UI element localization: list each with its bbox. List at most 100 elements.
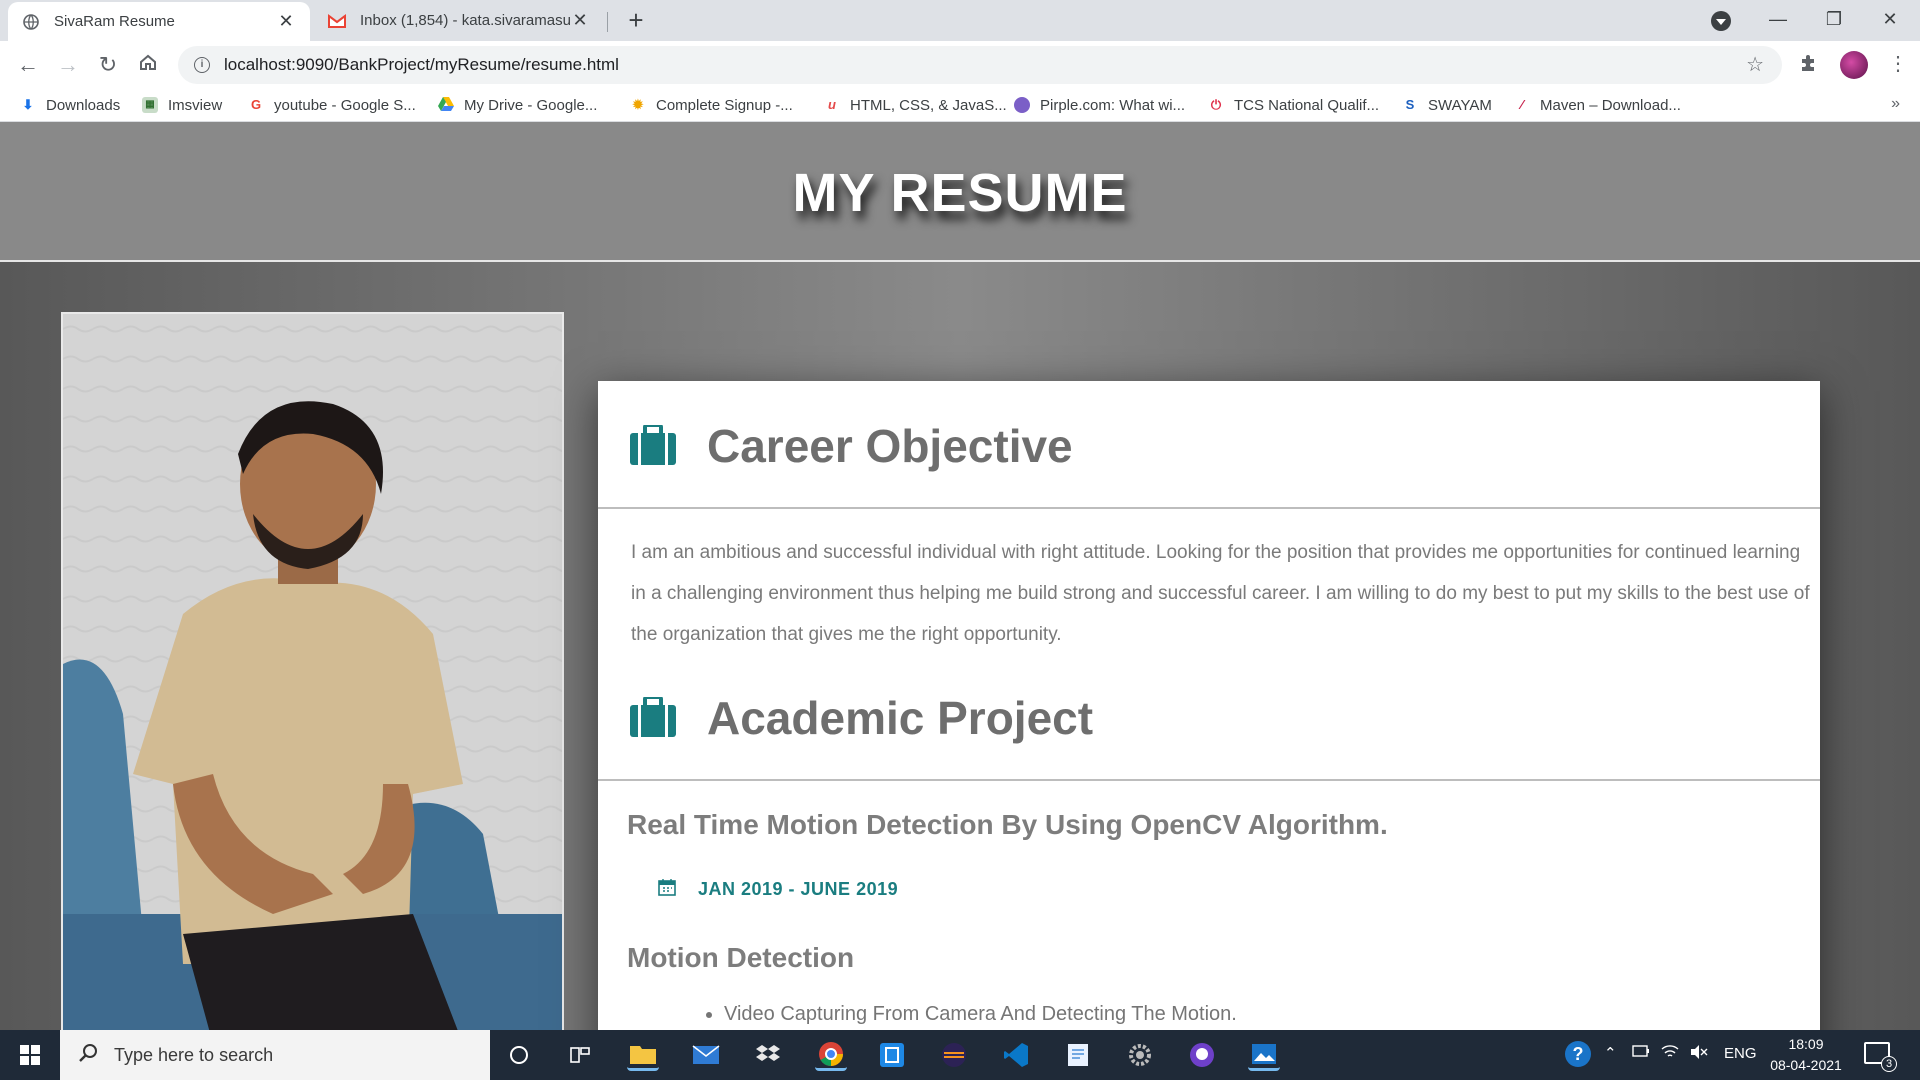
vs-code-icon[interactable] bbox=[1000, 1039, 1032, 1071]
gmail-icon bbox=[328, 12, 346, 30]
url-text: localhost:9090/BankProject/myResume/resu… bbox=[224, 55, 619, 74]
list-item: Video Capturing From Camera And Detectin… bbox=[724, 1003, 1237, 1026]
chevron-up-icon[interactable]: ⌃ bbox=[1604, 1044, 1617, 1062]
system-clock[interactable]: 18:09 08-04-2021 bbox=[1762, 1034, 1850, 1076]
search-icon bbox=[78, 1043, 98, 1068]
bookmark-tcs[interactable]: ⏻ TCS National Qualif... bbox=[1208, 89, 1379, 121]
bookmark-label: My Drive - Google... bbox=[464, 96, 598, 114]
chrome-menu-icon[interactable]: ⋮ bbox=[1888, 51, 1908, 76]
bookmarks-bar: ⬇ Downloads ▦ Imsview G youtube - Google… bbox=[0, 89, 1920, 122]
resume-card: Career Objective I am an ambitious and s… bbox=[598, 381, 1820, 1030]
home-button[interactable] bbox=[134, 51, 162, 79]
bookmark-label: HTML, CSS, & JavaS... bbox=[850, 96, 1007, 114]
extensions-icon[interactable] bbox=[1798, 53, 1818, 79]
language-indicator[interactable]: ENG bbox=[1724, 1045, 1757, 1062]
windows-taskbar: Type here to search ? ⌃ ENG 18:09 08-04-… bbox=[0, 1030, 1920, 1080]
tab-search-icon[interactable] bbox=[1711, 11, 1731, 31]
clock-date: 08-04-2021 bbox=[1770, 1057, 1842, 1073]
close-tab-icon[interactable]: ✕ bbox=[570, 10, 590, 31]
bookmark-complete-signup[interactable]: ✹ Complete Signup -... bbox=[630, 89, 793, 121]
task-view-icon[interactable] bbox=[564, 1039, 596, 1071]
volume-muted-icon[interactable] bbox=[1690, 1044, 1708, 1064]
battery-icon[interactable] bbox=[1632, 1044, 1650, 1061]
file-explorer-icon[interactable] bbox=[627, 1039, 659, 1071]
career-objective-header: Career Objective bbox=[598, 381, 1820, 509]
bookmark-my-drive[interactable]: My Drive - Google... bbox=[438, 89, 597, 121]
taskbar-search-box[interactable]: Type here to search bbox=[60, 1030, 490, 1080]
tab-title: SivaRam Resume bbox=[54, 13, 175, 30]
profile-avatar[interactable] bbox=[1840, 51, 1868, 79]
wifi-icon[interactable] bbox=[1661, 1044, 1679, 1064]
back-button[interactable]: ← bbox=[14, 51, 42, 79]
project-bullet-list: Video Capturing From Camera And Detectin… bbox=[724, 1003, 1237, 1030]
settings-app-icon[interactable] bbox=[1124, 1039, 1156, 1071]
project-title: Real Time Motion Detection By Using Open… bbox=[627, 809, 1388, 840]
mail-icon[interactable] bbox=[690, 1039, 722, 1071]
section-heading: Career Objective bbox=[707, 420, 1073, 472]
imsview-icon: ▦ bbox=[142, 97, 158, 113]
bookmark-html-css-js[interactable]: u HTML, CSS, & JavaS... bbox=[824, 89, 1007, 121]
udemy-icon: u bbox=[828, 97, 836, 112]
download-icon: ⬇ bbox=[22, 97, 34, 112]
maximize-button[interactable]: ❐ bbox=[1806, 0, 1862, 41]
career-objective-text: I am an ambitious and successful individ… bbox=[631, 542, 1810, 645]
page-title: MY RESUME bbox=[792, 163, 1128, 223]
profile-photo-illustration bbox=[63, 314, 562, 1030]
tcs-icon: ⏻ bbox=[1210, 97, 1222, 112]
bookmark-youtube-google[interactable]: G youtube - Google S... bbox=[248, 89, 416, 121]
bookmark-star-icon[interactable]: ☆ bbox=[1746, 52, 1764, 77]
bookmark-label: Imsview bbox=[168, 96, 223, 114]
signup-icon: ✹ bbox=[632, 97, 644, 112]
swayam-icon: S bbox=[1405, 97, 1415, 112]
academic-project-header: Academic Project bbox=[598, 653, 1820, 781]
pirple-icon bbox=[1014, 97, 1030, 113]
project-date-range: JAN 2019 - JUNE 2019 bbox=[698, 879, 899, 899]
bookmark-label: Pirple.com: What wi... bbox=[1040, 96, 1186, 114]
windows-logo-icon bbox=[20, 1045, 40, 1065]
help-icon[interactable]: ? bbox=[1563, 1039, 1593, 1073]
forward-button[interactable]: → bbox=[54, 51, 82, 79]
browser-toolbar: ← → ↻ i localhost:9090/BankProject/myRes… bbox=[0, 41, 1920, 89]
photos-icon[interactable] bbox=[1248, 1039, 1280, 1071]
chrome-icon[interactable] bbox=[815, 1039, 847, 1071]
app-icon[interactable] bbox=[876, 1039, 908, 1071]
tab-separator bbox=[607, 12, 608, 32]
dropbox-icon[interactable] bbox=[752, 1039, 784, 1071]
page-header: MY RESUME bbox=[0, 122, 1920, 262]
drive-icon bbox=[438, 97, 454, 113]
bookmark-downloads[interactable]: ⬇ Downloads bbox=[20, 89, 121, 121]
bookmark-label: TCS National Qualif... bbox=[1234, 96, 1380, 114]
tab-strip: SivaRam Resume ✕ Inbox (1,854) - kata.si… bbox=[0, 0, 1920, 41]
eclipse-icon[interactable] bbox=[938, 1039, 970, 1071]
close-window-button[interactable]: ✕ bbox=[1862, 0, 1918, 41]
tab-gmail-inbox[interactable]: Inbox (1,854) - kata.sivaramasub ✕ bbox=[314, 0, 604, 41]
bookmark-maven[interactable]: ⁄ Maven – Download... bbox=[1514, 89, 1681, 121]
address-bar[interactable]: i localhost:9090/BankProject/myResume/re… bbox=[178, 46, 1782, 84]
project-date-row: JAN 2019 - JUNE 2019 bbox=[658, 878, 898, 901]
reload-button[interactable]: ↻ bbox=[94, 51, 122, 79]
tab-sivaram-resume[interactable]: SivaRam Resume ✕ bbox=[8, 2, 310, 41]
close-tab-icon[interactable]: ✕ bbox=[276, 11, 296, 32]
site-info-icon[interactable]: i bbox=[194, 57, 210, 73]
bookmark-pirple[interactable]: Pirple.com: What wi... bbox=[1014, 89, 1185, 121]
bookmark-label: Complete Signup -... bbox=[656, 96, 793, 114]
bookmark-label: Downloads bbox=[46, 96, 121, 114]
bookmark-label: SWAYAM bbox=[1428, 96, 1492, 114]
bookmark-label: Maven – Download... bbox=[1540, 96, 1681, 114]
clock-time: 18:09 bbox=[1788, 1036, 1824, 1052]
start-button[interactable] bbox=[0, 1030, 60, 1080]
minimize-button[interactable]: — bbox=[1750, 0, 1806, 41]
briefcase-icon bbox=[630, 695, 676, 742]
bookmark-imsview[interactable]: ▦ Imsview bbox=[142, 89, 222, 121]
globe-icon bbox=[22, 13, 40, 31]
bookmark-swayam[interactable]: S SWAYAM bbox=[1402, 89, 1492, 121]
notification-center-icon[interactable]: 3 bbox=[1864, 1042, 1897, 1072]
github-icon[interactable] bbox=[1186, 1039, 1218, 1071]
new-tab-button[interactable]: + bbox=[622, 6, 650, 34]
notepad-icon[interactable] bbox=[1062, 1039, 1094, 1071]
cortana-icon[interactable] bbox=[503, 1039, 535, 1071]
bookmarks-overflow-button[interactable]: » bbox=[1891, 95, 1900, 113]
project-subheading: Motion Detection bbox=[627, 942, 855, 973]
briefcase-icon bbox=[630, 423, 676, 470]
calendar-icon bbox=[658, 878, 676, 901]
